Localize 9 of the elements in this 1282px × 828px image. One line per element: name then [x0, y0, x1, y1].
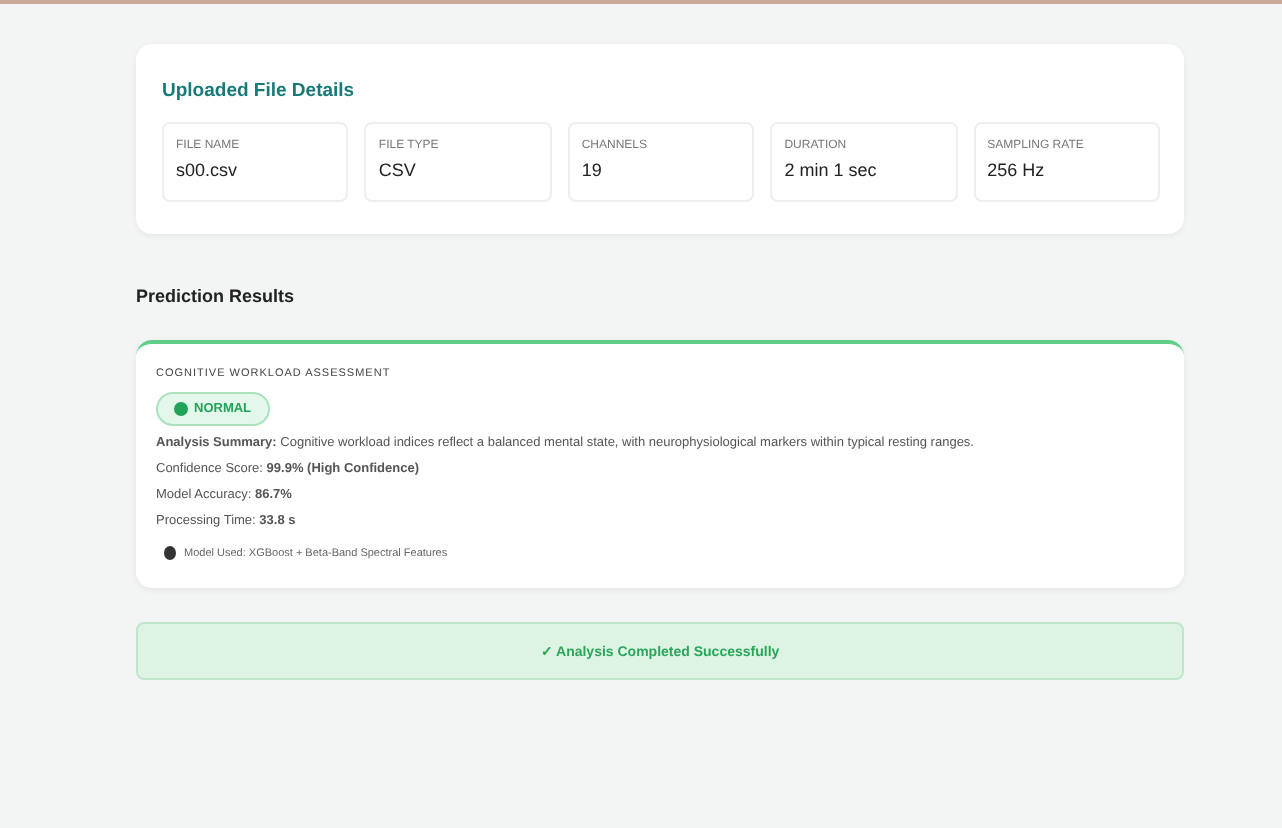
model-icon [164, 546, 176, 560]
field-value: s00.csv [176, 160, 240, 180]
field-value: 19 [581, 160, 604, 180]
field-value: 2 min 1 sec [784, 160, 879, 180]
section-title: Uploaded File Details [160, 78, 357, 106]
field-value: CSV [378, 160, 418, 180]
status-icon [174, 402, 188, 416]
field-value: 256 Hz [987, 160, 1047, 180]
section-title: Prediction Results [136, 284, 297, 310]
